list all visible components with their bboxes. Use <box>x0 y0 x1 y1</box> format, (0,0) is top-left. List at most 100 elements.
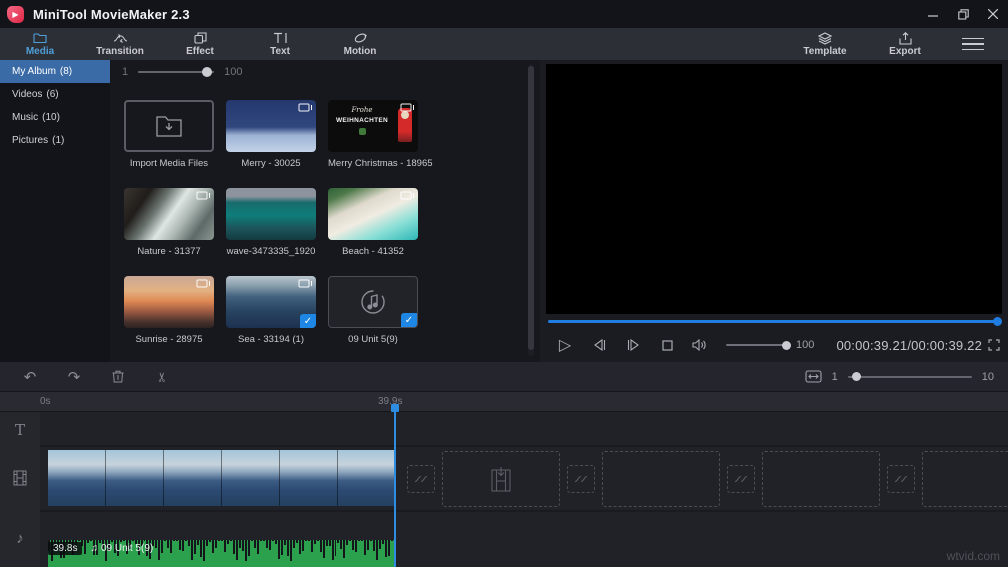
timeline-zoom-slider[interactable] <box>847 371 972 381</box>
audio-clip[interactable]: 39.8s ♫ 09 Unit 5(9) <box>48 540 395 567</box>
redo-icon: ↷ <box>67 368 81 386</box>
video-badge-icon <box>400 191 415 200</box>
timeline-ruler[interactable]: 0s 39.9s <box>0 392 1008 412</box>
clip-drop-slot[interactable] <box>602 450 720 507</box>
media-thumbnail[interactable] <box>124 276 214 328</box>
media-thumbnail[interactable] <box>226 100 316 152</box>
media-item-santa[interactable]: Frohe WEIHNACHTEN Merry Christmas - 18965 <box>328 100 433 169</box>
media-thumbnail[interactable] <box>124 188 214 240</box>
tab-text[interactable]: Text <box>240 28 320 60</box>
thumbnail-zoom-control: 1 100 <box>122 66 242 78</box>
play-icon: ▷ <box>558 337 572 354</box>
volume-value: 100 <box>796 339 815 351</box>
volume-button[interactable] <box>684 334 714 356</box>
redo-button[interactable]: ↷ <box>52 368 96 386</box>
ruler-playhead-label: 39.9s <box>378 396 403 407</box>
media-scrollbar[interactable] <box>528 64 534 356</box>
zoom-max-label: 100 <box>224 66 243 78</box>
undo-button[interactable]: ↶ <box>8 368 52 386</box>
media-item-sunrise[interactable]: Sunrise - 28975 <box>124 276 214 345</box>
clip-drop-slot[interactable] <box>442 450 560 507</box>
video-frame <box>546 64 1002 314</box>
timeline-zoom-min: 1 <box>831 370 838 383</box>
media-grid-area: 1 100 Import Media Files Merry - 30025 Fro… <box>110 60 540 362</box>
volume-slider[interactable] <box>726 340 791 350</box>
audio-track[interactable]: 39.8s ♫ 09 Unit 5(9) <box>40 512 1008 567</box>
zoom-fit-button[interactable] <box>805 370 822 383</box>
media-library-panel: My Album (8) Videos (6) Music (10) Pictures… <box>0 60 540 362</box>
tab-motion[interactable]: Motion <box>320 28 400 60</box>
media-thumbnail[interactable] <box>226 188 316 240</box>
menu-button[interactable] <box>945 37 1000 51</box>
media-item-beach[interactable]: Beach - 41352 <box>328 188 418 257</box>
fullscreen-icon <box>988 339 1000 351</box>
media-item-label: Beach - 41352 <box>342 246 404 257</box>
video-track-icon <box>0 468 40 488</box>
media-item-wave[interactable]: wave-3473335_1920 <box>226 188 316 257</box>
media-item-label: 09 Unit 5(9) <box>348 334 398 345</box>
play-button[interactable]: ▷ <box>548 334 582 356</box>
close-button[interactable] <box>978 0 1008 28</box>
video-badge-icon <box>400 103 415 112</box>
volume-knob[interactable] <box>782 340 791 350</box>
media-scrollbar-thumb[interactable] <box>528 66 534 350</box>
fullscreen-button[interactable] <box>988 339 1000 351</box>
template-button[interactable]: Template <box>785 31 865 57</box>
clip-frame-thumbnail <box>48 450 106 506</box>
split-button[interactable]: ✂ <box>140 369 184 385</box>
tab-transition[interactable]: Transition <box>80 28 160 60</box>
media-item-music[interactable]: ✓ 09 Unit 5(9) <box>328 276 418 345</box>
music-note-icon: ♫ <box>90 543 98 554</box>
ruler-start-label: 0s <box>40 396 51 407</box>
sidebar-item-music[interactable]: Music (10) <box>0 106 110 129</box>
media-thumbnail[interactable]: ✓ <box>226 276 316 328</box>
seek-knob[interactable] <box>993 317 1002 326</box>
clip-drop-slot[interactable] <box>922 450 1008 507</box>
track-icon-column: T ♪ <box>0 412 40 567</box>
tab-media[interactable]: Media <box>0 28 80 60</box>
text-icon <box>273 31 288 45</box>
minimize-button[interactable] <box>918 0 948 28</box>
app-title: MiniTool MovieMaker 2.3 <box>33 6 190 22</box>
video-track[interactable] <box>40 447 1008 510</box>
sidebar-item-pictures[interactable]: Pictures (1) <box>0 129 110 152</box>
text-track[interactable] <box>40 412 1008 445</box>
transition-slot[interactable] <box>567 464 595 493</box>
sidebar-item-my-album[interactable]: My Album (8) <box>0 60 110 83</box>
seek-bar[interactable] <box>548 317 1002 326</box>
clip-drop-slot[interactable] <box>762 450 880 507</box>
video-badge-icon <box>196 279 211 288</box>
media-item-nature[interactable]: Nature - 31377 <box>124 188 214 257</box>
media-thumbnail[interactable]: ✓ <box>328 276 418 328</box>
transition-slot[interactable] <box>407 464 435 493</box>
stop-button[interactable] <box>650 334 684 356</box>
sidebar-item-videos[interactable]: Videos (6) <box>0 83 110 106</box>
previous-frame-button[interactable] <box>582 334 616 356</box>
thumbnail-zoom-slider[interactable] <box>138 67 215 77</box>
folder-icon <box>33 31 47 45</box>
delete-button[interactable] <box>96 370 140 383</box>
thumbnail-zoom-knob[interactable] <box>202 67 213 77</box>
media-item-merry[interactable]: Merry - 30025 <box>226 100 316 169</box>
next-frame-button[interactable] <box>616 334 650 356</box>
import-media-icon[interactable] <box>124 100 214 152</box>
media-thumbnail[interactable]: Frohe WEIHNACHTEN <box>328 100 418 152</box>
export-button[interactable]: Export <box>865 31 945 57</box>
preview-panel: ▷ 100 00:00:39.21/00:00:39.22 <box>540 60 1008 362</box>
app-logo-icon: ▶ <box>7 5 24 23</box>
transition-icon <box>113 31 128 45</box>
clip-placeholders <box>400 447 1008 510</box>
watermark: wtvid.com <box>946 549 1000 563</box>
media-item-import[interactable]: Import Media Files <box>124 100 214 169</box>
transition-slot[interactable] <box>727 464 755 493</box>
timeline-zoom-knob[interactable] <box>851 371 861 381</box>
media-thumbnail[interactable] <box>328 188 418 240</box>
stop-icon <box>661 339 673 351</box>
trash-icon <box>112 370 124 383</box>
motion-icon <box>354 31 367 45</box>
transition-slot[interactable] <box>887 464 915 493</box>
tab-effect[interactable]: Effect <box>160 28 240 60</box>
media-item-sea[interactable]: ✓ Sea - 33194 (1) <box>226 276 316 345</box>
restore-button[interactable] <box>948 0 978 28</box>
video-clip[interactable] <box>48 450 395 506</box>
